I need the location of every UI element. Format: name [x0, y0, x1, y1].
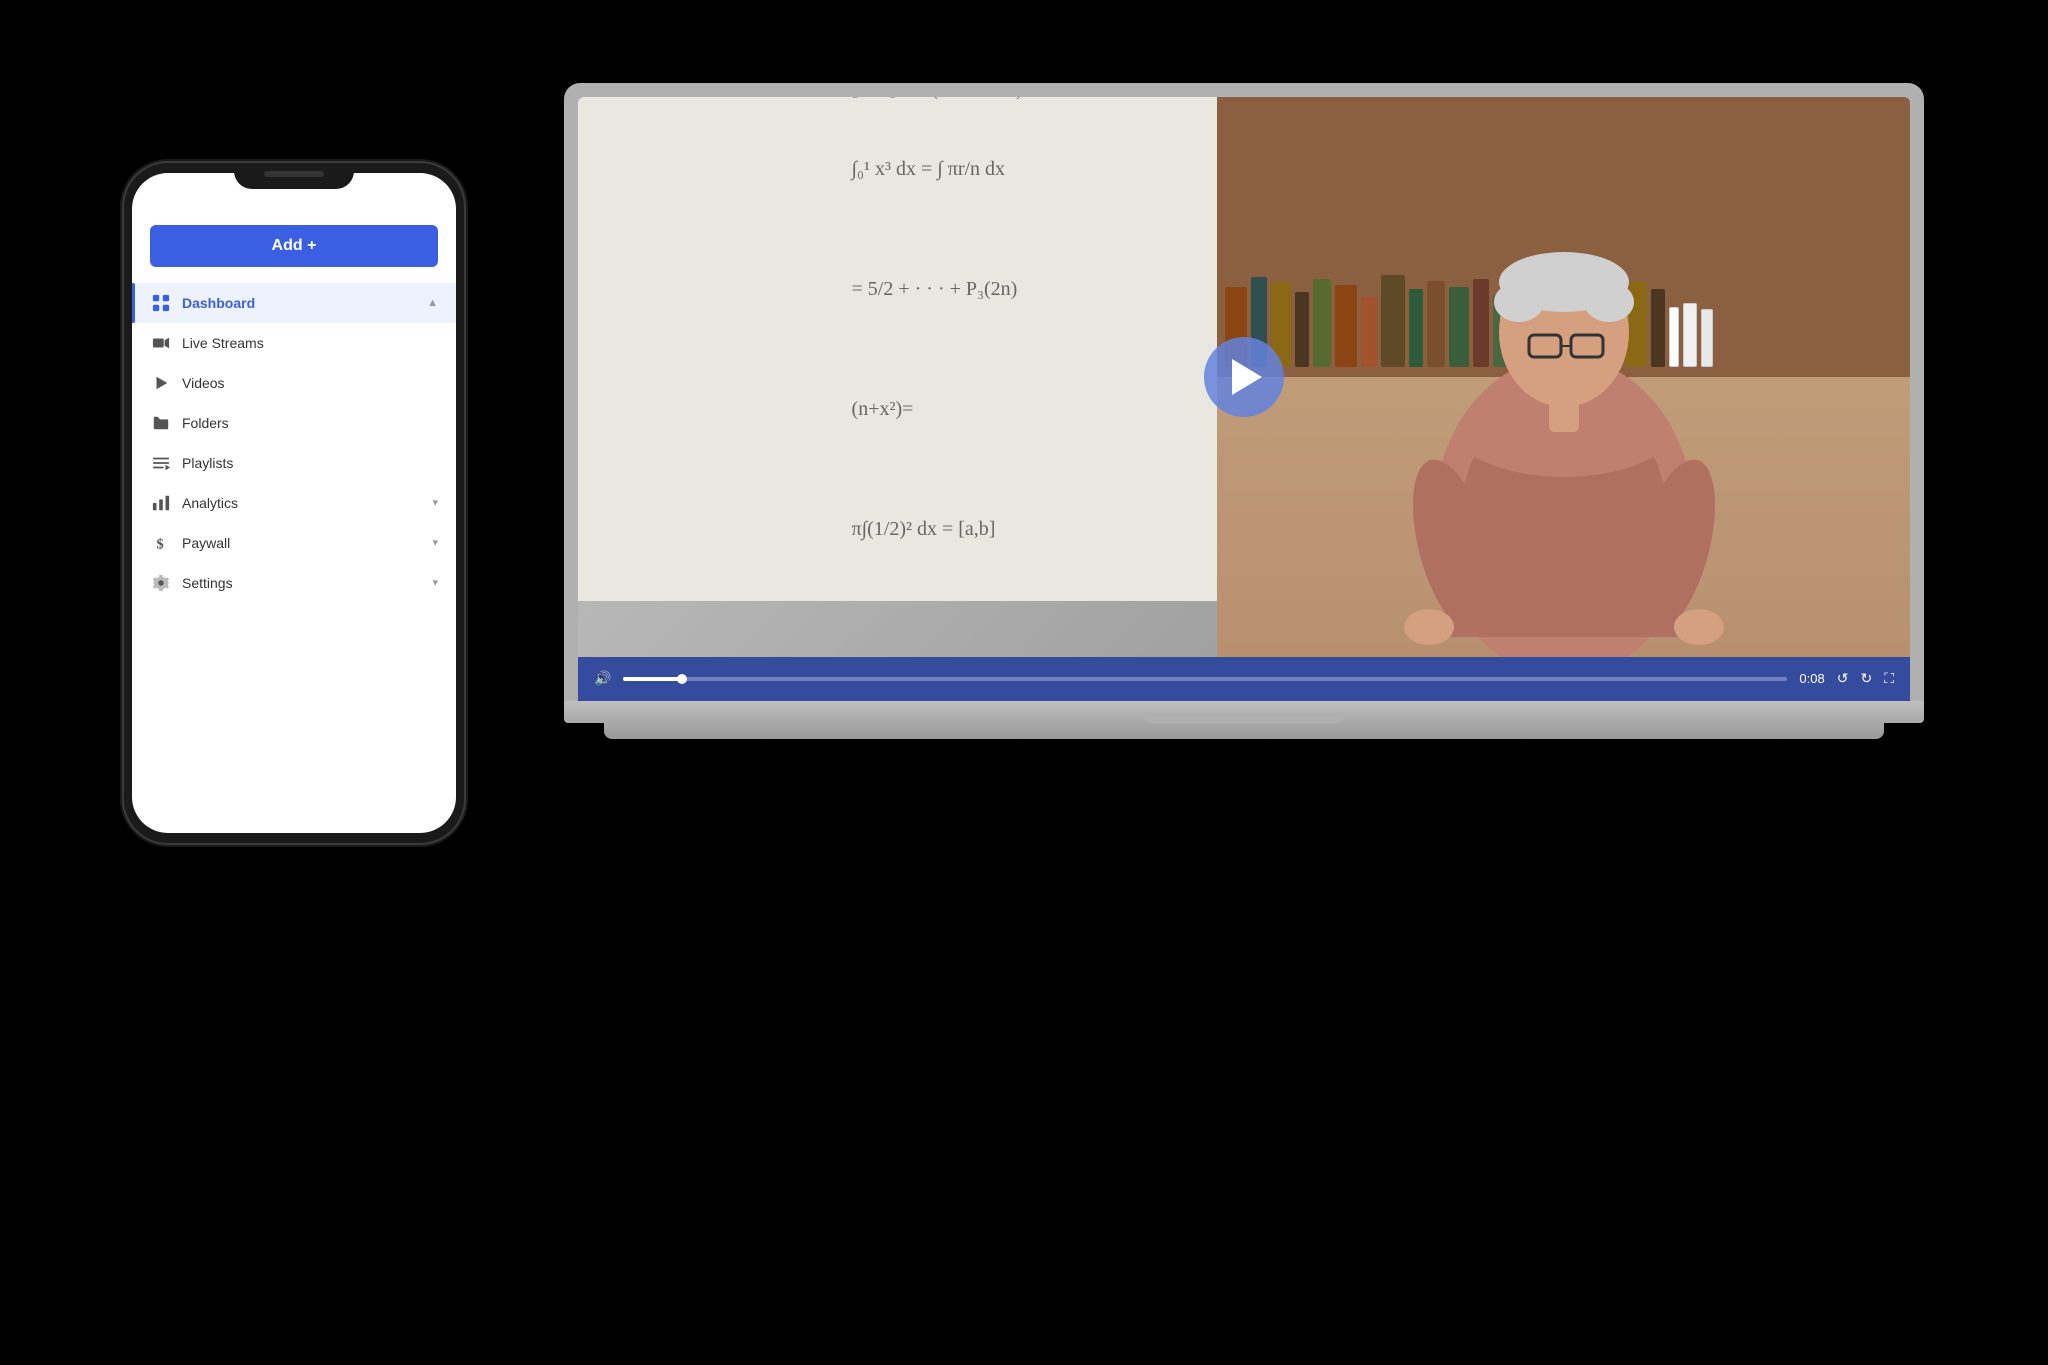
chevron-down-icon-3: ▾ [432, 576, 438, 589]
sidebar-item-analytics[interactable]: Analytics ▾ [132, 483, 456, 523]
rewind-icon[interactable]: ↺ [1837, 670, 1849, 687]
volume-icon[interactable]: 🔊 [594, 670, 611, 687]
folder-icon [150, 414, 172, 432]
analytics-label: Analytics [182, 495, 432, 511]
phone-notch [234, 163, 354, 189]
nav-menu: Dashboard ▲ Live Streams [132, 283, 456, 603]
phone-speaker [264, 171, 324, 177]
progress-indicator [677, 674, 687, 684]
fullscreen-icon[interactable]: ⛶ [1884, 670, 1894, 687]
video-controls-bar: 🔊 0:08 ↺ ↻ ⛶ [578, 657, 1910, 701]
laptop-screen-inner: [n+3]∞ ≤ (n+1 + 1/n)∞ ∫₀¹ x³ dx = ∫ πr/n… [578, 97, 1910, 701]
video-player[interactable]: [n+3]∞ ≤ (n+1 + 1/n)∞ ∫₀¹ x³ dx = ∫ πr/n… [578, 97, 1910, 657]
videos-label: Videos [182, 375, 438, 391]
chevron-up-icon: ▲ [427, 297, 438, 309]
forward-icon[interactable]: ↻ [1860, 670, 1872, 687]
sidebar-item-folders[interactable]: Folders [132, 403, 456, 443]
teacher-figure [1374, 177, 1754, 657]
svg-text:$: $ [157, 536, 164, 552]
sidebar-item-paywall[interactable]: $ Paywall ▾ [132, 523, 456, 563]
paywall-label: Paywall [182, 535, 432, 551]
settings-label: Settings [182, 575, 432, 591]
folders-label: Folders [182, 415, 438, 431]
laptop-device: [n+3]∞ ≤ (n+1 + 1/n)∞ ∫₀¹ x³ dx = ∫ πr/n… [564, 83, 1924, 739]
dollar-icon: $ [150, 534, 172, 552]
video-icon [150, 334, 172, 352]
laptop-body: [n+3]∞ ≤ (n+1 + 1/n)∞ ∫₀¹ x³ dx = ∫ πr/n… [564, 83, 1924, 739]
dashboard-label: Dashboard [182, 295, 427, 311]
laptop-foot [604, 723, 1884, 739]
scene: Add + [124, 83, 1924, 1283]
laptop-base [564, 701, 1924, 723]
sidebar-item-settings[interactable]: Settings ▾ [132, 563, 456, 603]
live-streams-label: Live Streams [182, 335, 438, 351]
teacher-area [1217, 97, 1910, 657]
progress-bar[interactable] [623, 677, 1787, 681]
phone-app-ui: Add + [132, 173, 456, 833]
phone-device: Add + [124, 163, 464, 843]
math-equations: [n+3]∞ ≤ (n+1 + 1/n)∞ ∫₀¹ x³ dx = ∫ πr/n… [832, 97, 1058, 601]
progress-bar-fill [623, 677, 681, 681]
time-display: 0:08 [1799, 671, 1824, 686]
sidebar-item-live-streams[interactable]: Live Streams [132, 323, 456, 363]
playlists-label: Playlists [182, 455, 438, 471]
gear-icon [150, 574, 172, 592]
phone-screen: Add + [132, 173, 456, 833]
play-icon [150, 374, 172, 392]
bar-chart-icon [150, 494, 172, 512]
play-button[interactable] [1204, 337, 1284, 417]
sidebar-item-videos[interactable]: Videos [132, 363, 456, 403]
chevron-down-icon-2: ▾ [432, 536, 438, 549]
sidebar-item-dashboard[interactable]: Dashboard ▲ [132, 283, 456, 323]
list-icon [150, 454, 172, 472]
phone-body: Add + [124, 163, 464, 843]
grid-icon [150, 294, 172, 312]
sidebar-item-playlists[interactable]: Playlists [132, 443, 456, 483]
laptop-screen-bezel: [n+3]∞ ≤ (n+1 + 1/n)∞ ∫₀¹ x³ dx = ∫ πr/n… [564, 83, 1924, 701]
play-triangle-icon [1232, 359, 1262, 395]
whiteboard-area: [n+3]∞ ≤ (n+1 + 1/n)∞ ∫₀¹ x³ dx = ∫ πr/n… [578, 97, 1311, 601]
chevron-down-icon: ▾ [432, 496, 438, 509]
add-button[interactable]: Add + [150, 225, 438, 267]
